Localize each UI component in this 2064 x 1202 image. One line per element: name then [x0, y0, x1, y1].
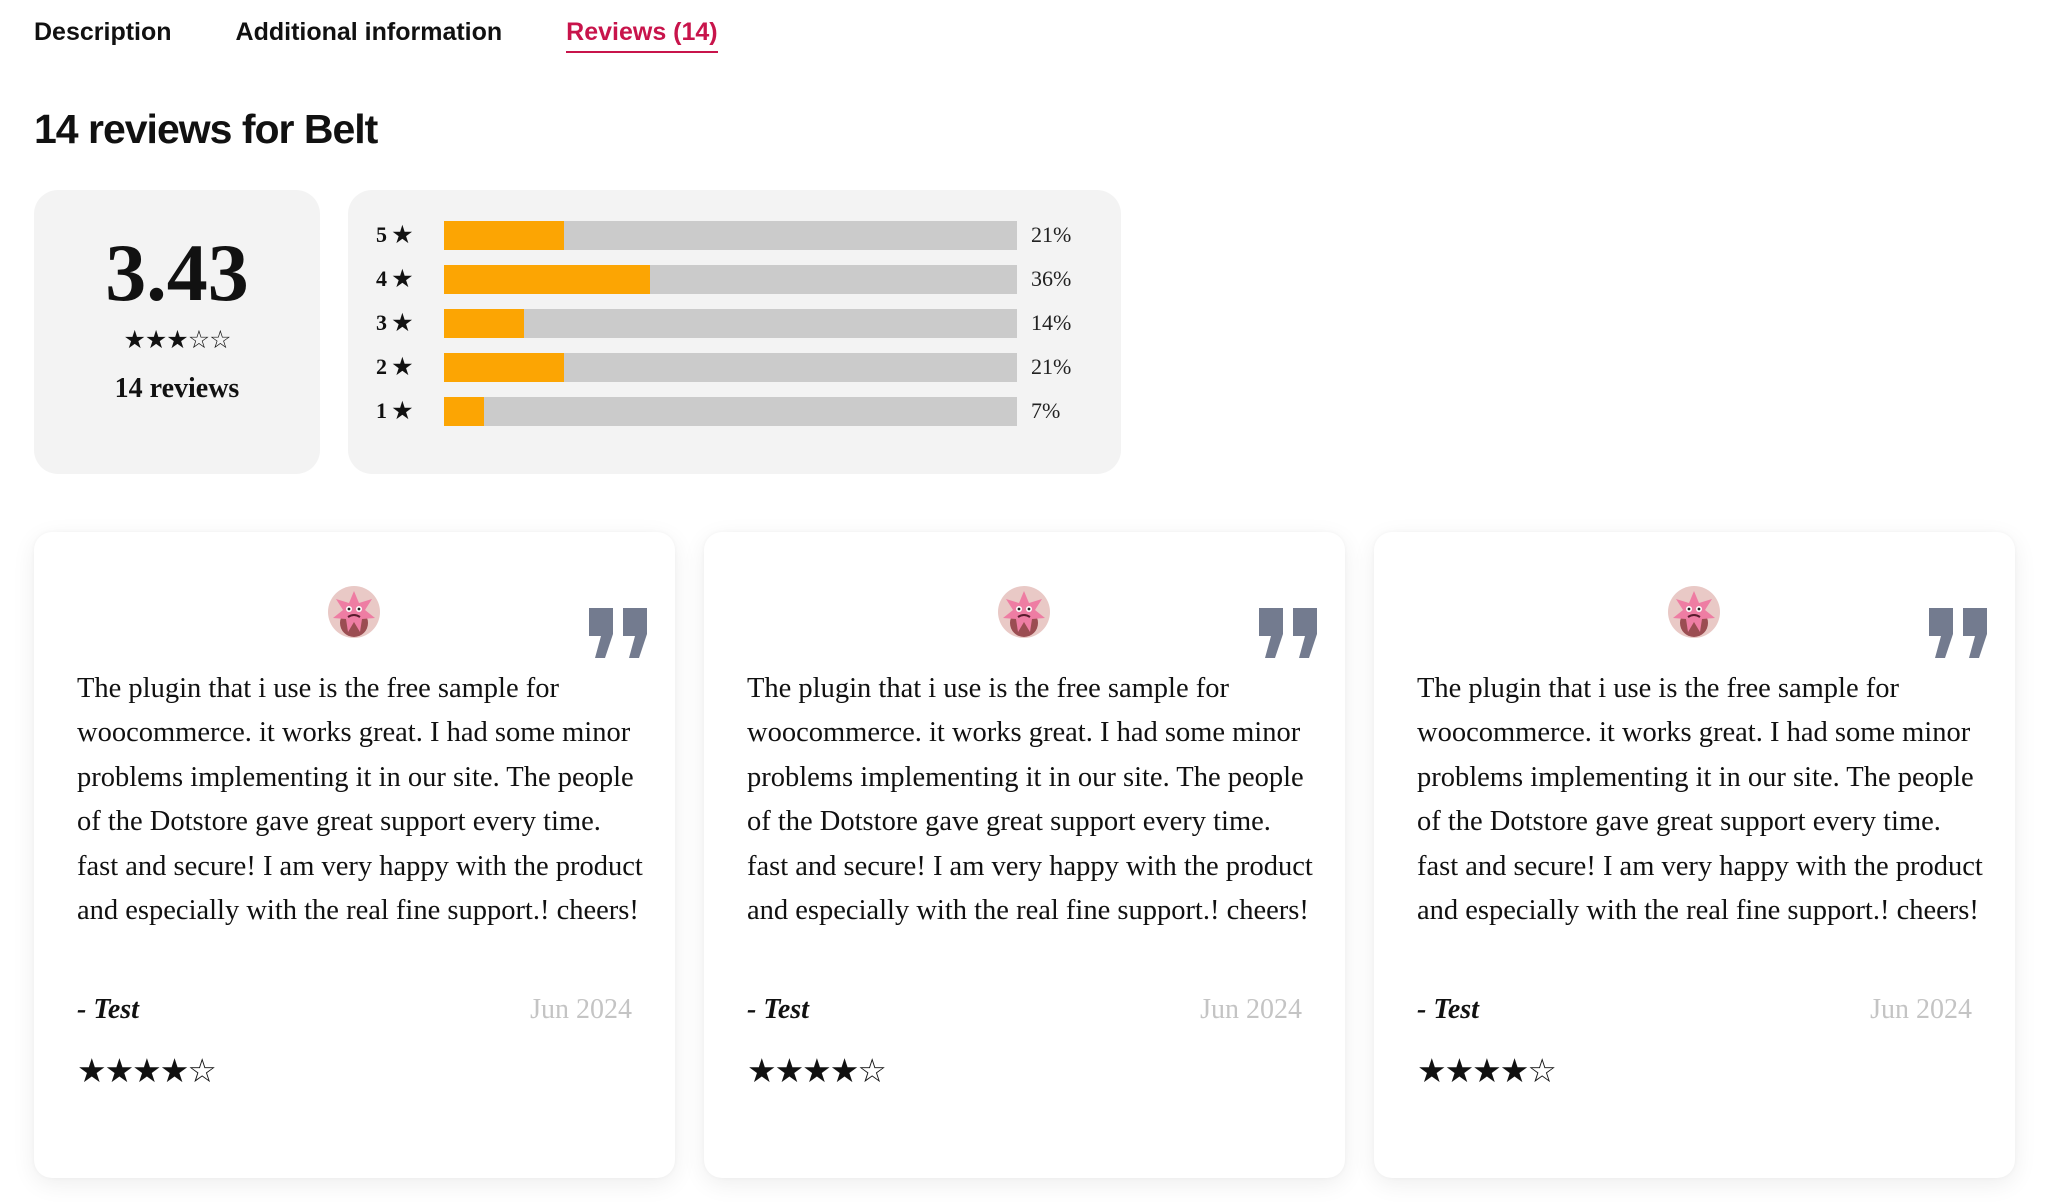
review-card: The plugin that i use is the free sample…: [1374, 532, 2015, 1178]
review-stars: ★★★★☆: [77, 1052, 217, 1089]
rating-summary: 3.43 ★★★☆☆ 14 reviews: [34, 190, 320, 474]
review-date: Jun 2024: [1870, 994, 1972, 1025]
distribution-bar-fill: [444, 220, 565, 250]
distribution-bar: [444, 352, 1017, 382]
review-card: The plugin that i use is the free sample…: [34, 532, 675, 1178]
distribution-row: 1 ★ 7%: [376, 396, 1060, 426]
closing-quote-icon: [587, 502, 649, 658]
distribution-percent: 36%: [1031, 266, 1072, 291]
review-author: - Test: [77, 994, 139, 1025]
review-author: - Test: [747, 994, 809, 1025]
tab-description[interactable]: Description: [34, 18, 172, 53]
reviewer-avatar: [327, 585, 381, 639]
product-tabs: Description Additional information Revie…: [34, 18, 718, 53]
review-stars: ★★★★☆: [1417, 1052, 1557, 1089]
distribution-label: 2 ★: [376, 354, 413, 379]
distribution-bar: [444, 396, 1017, 426]
review-count: 14 reviews: [114, 373, 240, 404]
distribution-label: 5 ★: [376, 222, 413, 247]
distribution-percent: 21%: [1031, 354, 1072, 379]
reviewer-avatar: [1667, 585, 1721, 639]
distribution-label: 4 ★: [376, 266, 413, 291]
closing-quote-icon: [1257, 502, 1319, 658]
review-author: - Test: [1417, 994, 1479, 1025]
distribution-bar-fill: [444, 264, 651, 294]
average-rating: 3.43: [105, 227, 249, 318]
distribution-percent: 7%: [1031, 398, 1061, 423]
distribution-bar-fill: [444, 396, 485, 426]
distribution-label: 3 ★: [376, 310, 413, 335]
reviews-heading: 14 reviews for Belt: [34, 106, 378, 152]
distribution-bar-fill: [444, 308, 525, 338]
review-text: The plugin that i use is the free sample…: [77, 673, 643, 927]
review-text: The plugin that i use is the free sample…: [747, 673, 1313, 927]
distribution-percent: 14%: [1031, 310, 1072, 335]
tab-reviews[interactable]: Reviews (14): [566, 18, 718, 53]
distribution-label: 1 ★: [376, 398, 413, 423]
review-date: Jun 2024: [530, 994, 632, 1025]
distribution-row: 5 ★ 21%: [376, 220, 1071, 250]
distribution-row: 3 ★ 14%: [376, 308, 1071, 338]
closing-quote-icon: [1927, 502, 1989, 658]
distribution-row: 2 ★ 21%: [376, 352, 1071, 382]
review-stars: ★★★★☆: [747, 1052, 887, 1089]
distribution-row: 4 ★ 36%: [376, 264, 1071, 294]
rating-distribution: 5 ★ 21% 4 ★ 36% 3 ★ 14% 2 ★ 21% 1 ★ 7%: [348, 190, 1121, 474]
average-stars: ★★★☆☆: [123, 326, 231, 354]
distribution-bar: [444, 308, 1017, 338]
distribution-percent: 21%: [1031, 222, 1072, 247]
distribution-bar-fill: [444, 352, 565, 382]
reviewer-avatar: [997, 585, 1051, 639]
distribution-bar: [444, 264, 1017, 294]
review-date: Jun 2024: [1200, 994, 1302, 1025]
review-text: The plugin that i use is the free sample…: [1417, 673, 1983, 927]
review-card: The plugin that i use is the free sample…: [704, 532, 1345, 1178]
distribution-bar: [444, 220, 1017, 250]
tab-additional-information[interactable]: Additional information: [236, 18, 503, 53]
